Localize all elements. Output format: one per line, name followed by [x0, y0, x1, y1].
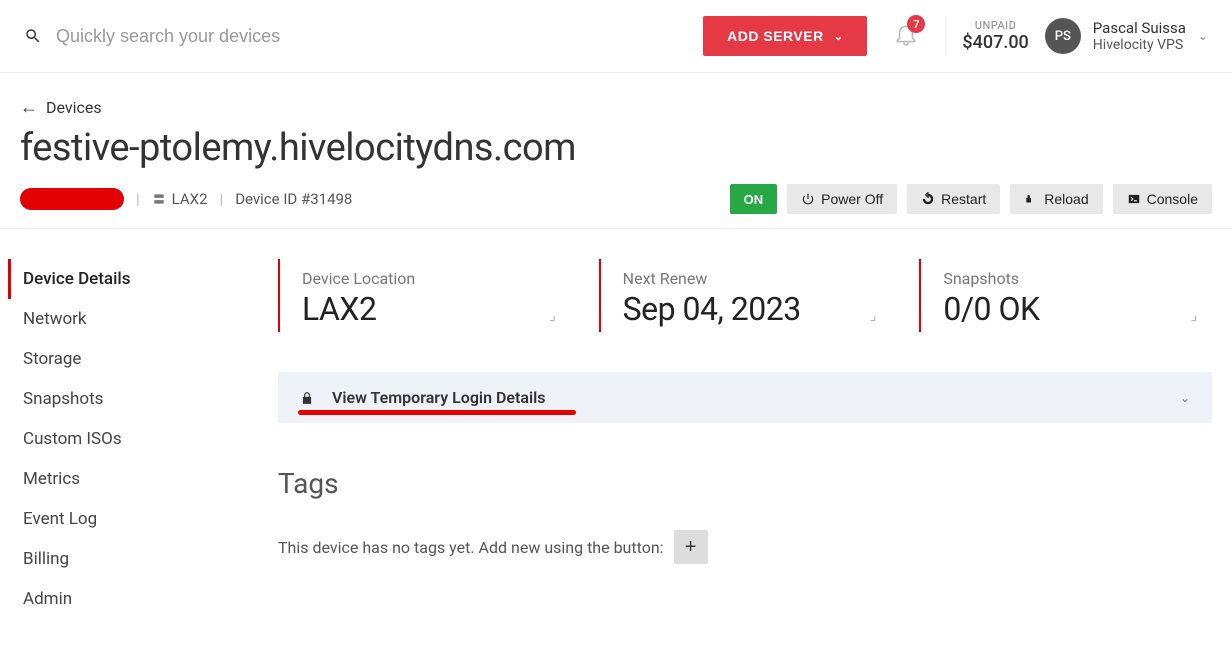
sidebar-item-event-log[interactable]: Event Log	[8, 499, 278, 539]
login-panel-left: View Temporary Login Details	[300, 388, 546, 407]
tags-section: Tags This device has no tags yet. Add ne…	[278, 467, 1212, 564]
page-top: ← Devices festive-ptolemy.hivelocitydns.…	[0, 73, 1232, 229]
location-code: LAX2	[172, 190, 208, 208]
notification-badge: 7	[907, 15, 925, 33]
meta-left: | LAX2 | Device ID #31498	[20, 188, 352, 210]
power-icon	[801, 192, 815, 206]
chevron-down-icon: ⌄	[834, 30, 844, 43]
add-server-label: ADD SERVER	[727, 28, 824, 44]
location-chip: LAX2	[152, 190, 208, 208]
user-name: Pascal Suissa	[1093, 19, 1186, 37]
restart-button[interactable]: Restart	[907, 184, 1000, 214]
reload-button[interactable]: Reload	[1010, 184, 1102, 214]
main: Device DetailsNetworkStorageSnapshotsCus…	[0, 229, 1232, 619]
sidebar: Device DetailsNetworkStorageSnapshotsCus…	[8, 259, 278, 619]
breadcrumb-label: Devices	[46, 98, 102, 117]
card-value: Sep 04, 2023	[623, 290, 874, 328]
back-arrow-icon: ←	[20, 97, 38, 118]
card-label: Device Location	[302, 269, 553, 288]
reload-label: Reload	[1044, 191, 1088, 207]
chevron-down-icon: ⌄	[1180, 391, 1190, 405]
page-title: festive-ptolemy.hivelocitydns.com	[20, 126, 1212, 170]
sidebar-item-network[interactable]: Network	[8, 299, 278, 339]
search-icon	[24, 27, 42, 45]
expand-icon: ⌟	[548, 308, 556, 324]
tags-heading: Tags	[278, 467, 1212, 500]
breadcrumb[interactable]: ← Devices	[20, 97, 1212, 118]
restart-icon	[921, 192, 935, 206]
status-on-button[interactable]: ON	[730, 184, 778, 214]
server-icon	[152, 192, 166, 206]
chevron-down-icon: ⌄	[1198, 29, 1208, 43]
console-button[interactable]: Console	[1113, 184, 1212, 214]
separator: |	[220, 190, 224, 208]
console-icon	[1127, 192, 1141, 206]
user-org: Hivelocity VPS	[1093, 37, 1186, 53]
content: Device Location LAX2 ⌟ Next Renew Sep 04…	[278, 259, 1212, 619]
notifications-button[interactable]: 7	[883, 21, 929, 51]
header: ADD SERVER ⌄ 7 UNPAID $407.00 PS Pascal …	[0, 0, 1232, 73]
divider	[945, 17, 946, 55]
sidebar-item-billing[interactable]: Billing	[8, 539, 278, 579]
card-label: Next Renew	[623, 269, 874, 288]
console-label: Console	[1147, 191, 1198, 207]
power-off-button[interactable]: Power Off	[787, 184, 897, 214]
tags-empty-row: This device has no tags yet. Add new usi…	[278, 530, 1212, 564]
reload-icon	[1024, 192, 1038, 206]
sidebar-item-device-details[interactable]: Device Details	[8, 259, 278, 299]
action-buttons: ON Power Off Restart Reload Console	[730, 184, 1212, 214]
lock-icon	[300, 391, 314, 405]
sidebar-item-admin[interactable]: Admin	[8, 579, 278, 619]
add-server-button[interactable]: ADD SERVER ⌄	[703, 16, 867, 56]
power-off-label: Power Off	[821, 191, 883, 207]
avatar: PS	[1045, 18, 1081, 54]
login-details-panel[interactable]: View Temporary Login Details ⌄	[278, 372, 1212, 423]
sidebar-item-metrics[interactable]: Metrics	[8, 459, 278, 499]
sidebar-item-custom-isos[interactable]: Custom ISOs	[8, 419, 278, 459]
device-id: Device ID #31498	[235, 190, 352, 208]
info-cards: Device Location LAX2 ⌟ Next Renew Sep 04…	[278, 259, 1212, 332]
search-input[interactable]	[56, 26, 456, 47]
unpaid-label: UNPAID	[962, 19, 1028, 32]
restart-label: Restart	[941, 191, 986, 207]
sidebar-item-snapshots[interactable]: Snapshots	[8, 379, 278, 419]
card-renew[interactable]: Next Renew Sep 04, 2023 ⌟	[599, 259, 892, 332]
card-label: Snapshots	[943, 269, 1194, 288]
user-menu[interactable]: PS Pascal Suissa Hivelocity VPS ⌄	[1045, 18, 1208, 54]
expand-icon: ⌟	[1190, 308, 1198, 324]
card-value: LAX2	[302, 290, 553, 328]
tags-empty-text: This device has no tags yet. Add new usi…	[278, 538, 664, 557]
unpaid-amount: $407.00	[962, 32, 1028, 53]
separator: |	[136, 190, 140, 208]
unpaid-block[interactable]: UNPAID $407.00	[962, 19, 1028, 53]
redacted-pill	[20, 188, 124, 210]
sidebar-item-storage[interactable]: Storage	[8, 339, 278, 379]
login-panel-label: View Temporary Login Details	[332, 388, 546, 407]
meta-row: | LAX2 | Device ID #31498 ON Power Off R…	[20, 184, 1212, 228]
card-snapshots[interactable]: Snapshots 0/0 OK ⌟	[919, 259, 1212, 332]
highlight-underline	[298, 410, 576, 415]
expand-icon: ⌟	[869, 308, 877, 324]
user-text: Pascal Suissa Hivelocity VPS	[1093, 19, 1186, 53]
add-tag-button[interactable]: +	[674, 530, 708, 564]
search-wrap	[24, 26, 687, 47]
card-value: 0/0 OK	[943, 290, 1194, 328]
card-location[interactable]: Device Location LAX2 ⌟	[278, 259, 571, 332]
